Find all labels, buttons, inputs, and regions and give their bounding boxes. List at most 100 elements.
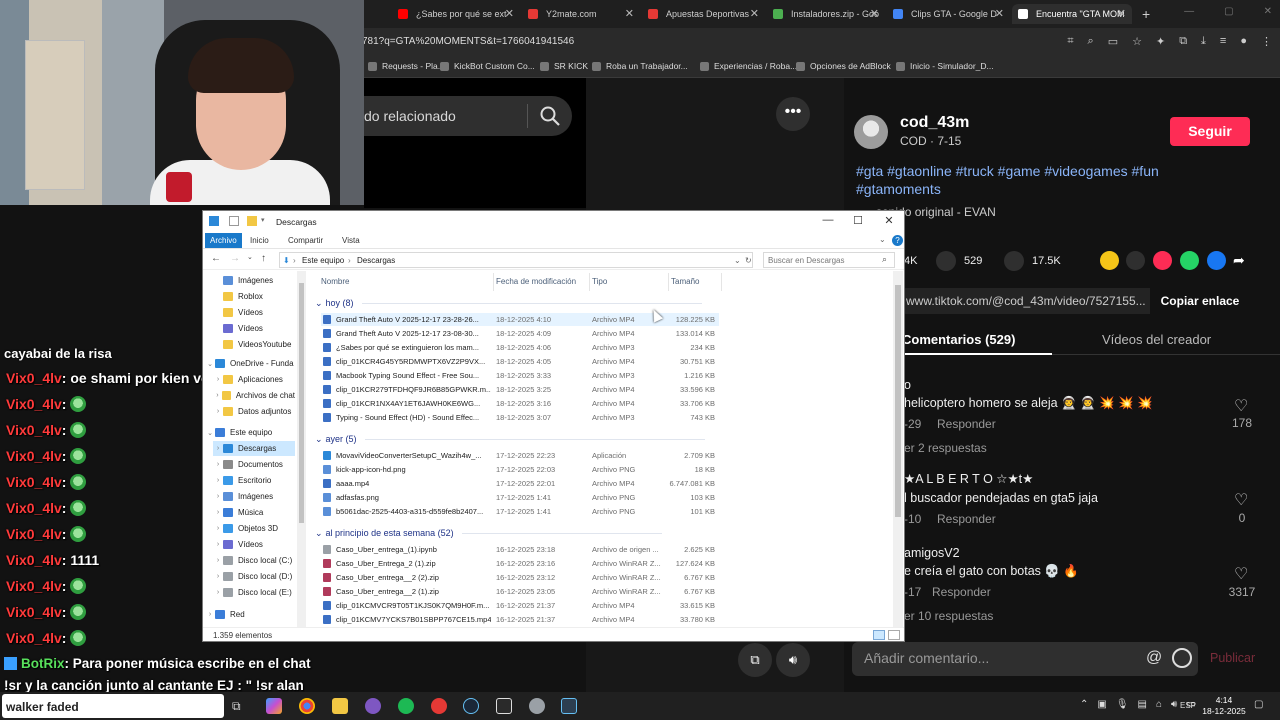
column-divider[interactable]	[493, 273, 494, 291]
media-icon[interactable]: ≡	[1220, 35, 1226, 48]
saves-stat[interactable]: 17.5K	[1004, 251, 1061, 271]
file-row[interactable]: clip_01KCR4G45Y5RDMWPTX6VZ2P9VX... 18-12-…	[321, 355, 719, 368]
bookmark-item[interactable]: SR KICK	[540, 61, 588, 71]
facebook-icon[interactable]	[1207, 251, 1226, 270]
file-row[interactable]: Typing - Sound Effect (HD) - Sound Effec…	[321, 411, 719, 424]
bookmark-item[interactable]: Inicio - Simulador_D...	[896, 61, 994, 71]
reply-button[interactable]: Responder	[937, 512, 996, 526]
close-icon[interactable]: ✕	[874, 214, 904, 227]
sidebar-item[interactable]: › Disco local (E:)	[213, 585, 295, 600]
url-field[interactable]: 781?q=GTA%20MOMENTS&t=1766041941546	[362, 36, 574, 47]
sidebar-item[interactable]: ⌄ OneDrive - Funda	[205, 356, 295, 371]
tab-creator-videos[interactable]: Vídeos del creador	[1102, 332, 1211, 347]
tab-close-icon[interactable]: ✕	[995, 7, 1004, 20]
column-header-name[interactable]: Nombre	[321, 277, 349, 286]
bookmark-item[interactable]: Experiencias / Roba...	[700, 61, 797, 71]
sidebar-item[interactable]: Imágenes	[213, 273, 295, 288]
group-header[interactable]: ⌄ ayer (5)	[315, 432, 705, 446]
comment-user[interactable]: amigosV2	[904, 546, 960, 560]
avatar[interactable]	[854, 115, 888, 149]
up-icon[interactable]: ↑	[261, 253, 266, 264]
large-icons-view-icon[interactable]	[888, 630, 900, 640]
network-icon[interactable]: ⌂	[1156, 699, 1162, 710]
tray-app-icon[interactable]: ▤	[1138, 699, 1147, 710]
sidebar-item[interactable]: › Música	[213, 505, 295, 520]
expand-arrow-icon[interactable]: ›	[213, 525, 223, 532]
file-row[interactable]: clip_01KCMV7YCKS7B01SBPP767CE15.mp4 16-12…	[321, 613, 719, 626]
collapse-arrow-icon[interactable]: ⌄	[315, 528, 323, 539]
file-row[interactable]: Caso_Uber_entrega__2 (1).zip 16-12-2025 2…	[321, 585, 719, 598]
file-row[interactable]: Caso_Uber_entrega_(1).ipynb 16-12-2025 23…	[321, 543, 719, 556]
forward-share-icon[interactable]: ➦	[1233, 251, 1252, 270]
quick-access-dropdown-icon[interactable]: ▾	[261, 216, 271, 226]
microphone-icon[interactable]: 🎙︎	[1116, 699, 1129, 710]
extension-icon[interactable]: ✦	[1156, 35, 1165, 48]
file-row[interactable]: clip_01KCR279TFDHQF9JR6B85GPWKR.m... 18-1…	[321, 383, 719, 396]
group-header[interactable]: ⌄ hoy (8)	[315, 296, 702, 310]
clock[interactable]: 4:14 18-12-2025	[1202, 695, 1246, 717]
sidebar-item[interactable]: › Disco local (D:)	[213, 569, 295, 584]
search-icon[interactable]: ⌕	[882, 254, 887, 265]
sidebar-item[interactable]: Vídeos	[213, 305, 295, 320]
collapse-arrow-icon[interactable]: ⌄	[315, 434, 323, 445]
tray-expand-icon[interactable]: ⌃	[1080, 699, 1088, 710]
video-link-text[interactable]: www.tiktok.com/@cod_43m/video/7527155...	[906, 294, 1146, 308]
notifications-icon[interactable]: ▢	[1254, 699, 1263, 710]
browser-tab[interactable]: Encuentra "GTA MOM ✕	[1012, 4, 1132, 24]
column-header-size[interactable]: Tamaño	[671, 277, 699, 286]
browser-tab[interactable]: ¿Sabes por qué se ext ✕	[392, 4, 520, 24]
zoom-icon[interactable]: ⌕	[1088, 35, 1094, 48]
like-heart-icon[interactable]: ♡	[1234, 564, 1248, 584]
file-row[interactable]: clip_01KCR1NX4AY1ET6JAWH0KE6WG... 18-12-2…	[321, 397, 719, 410]
details-view-icon[interactable]	[873, 630, 885, 640]
emoji-icon[interactable]	[1172, 648, 1192, 668]
search-icon[interactable]	[538, 104, 562, 128]
expand-arrow-icon[interactable]: ›	[213, 376, 223, 383]
ribbon-expand-icon[interactable]: ⌄	[879, 235, 886, 244]
file-row[interactable]: MovaviVideoConverterSetupC_Wazih4w_... 17…	[321, 449, 719, 462]
close-icon[interactable]: ✕	[1264, 6, 1272, 17]
sidebar-item[interactable]: › Aplicaciones	[213, 372, 295, 387]
quick-access-icon[interactable]	[209, 216, 219, 226]
ribbon-tab-inicio[interactable]: Inicio	[245, 235, 274, 246]
tab-close-icon[interactable]: ✕	[505, 7, 514, 20]
sidebar-item[interactable]: › Disco local (C:)	[213, 553, 295, 568]
more-options-button[interactable]: •••	[776, 97, 810, 131]
address-dropdown-icon[interactable]: ⌄	[734, 256, 741, 265]
address-bar[interactable]: ⬇ › Este equipo › Descargas ⌄ ↻	[279, 252, 753, 268]
expand-arrow-icon[interactable]: ›	[213, 493, 223, 500]
file-list-scrollbar-thumb[interactable]	[895, 285, 901, 517]
expand-arrow-icon[interactable]: ›	[213, 392, 222, 399]
task-view-icon[interactable]: ⧉	[232, 698, 248, 714]
epic-games-icon[interactable]	[496, 698, 512, 714]
file-row[interactable]: Grand Theft Auto V 2025-12-17 23-08-30..…	[321, 327, 719, 340]
expand-arrow-icon[interactable]: ›	[213, 445, 223, 452]
expand-arrow-icon[interactable]: ⌄	[205, 360, 215, 368]
tab-close-icon[interactable]: ✕	[1117, 7, 1126, 20]
translate-icon[interactable]: ⌗	[1067, 35, 1073, 48]
view-replies-button[interactable]: er 2 respuestas	[904, 441, 987, 455]
puzzle-icon[interactable]: ⧉	[1179, 35, 1187, 48]
cast-icon[interactable]: ▭	[1108, 35, 1118, 48]
file-row[interactable]: kick-app-icon-hd.png 17-12-2025 22:03 Arch…	[321, 463, 719, 476]
bookmark-item[interactable]: KickBot Custom Co...	[440, 61, 535, 71]
expand-arrow-icon[interactable]: ⌄	[205, 429, 215, 437]
bookmark-item[interactable]: Requests - Pla...	[368, 61, 445, 71]
file-row[interactable]: aaaa.mp4 17-12-2025 22:01 Archivo MP4 6.747…	[321, 477, 719, 490]
maximize-icon[interactable]: ☐	[843, 214, 873, 227]
sidebar-item[interactable]: ⌄ Este equipo	[205, 425, 295, 440]
sidebar-item[interactable]: › Documentos	[213, 457, 295, 472]
browser-tab[interactable]: Apuestas Deportivas ✕	[642, 4, 765, 24]
like-heart-icon[interactable]: ♡	[1234, 396, 1248, 416]
collapse-arrow-icon[interactable]: ⌄	[315, 298, 323, 309]
view-replies-button[interactable]: er 10 respuestas	[904, 609, 993, 623]
minimize-icon[interactable]: —	[813, 214, 843, 226]
file-row[interactable]: adfasfas.png 17-12-2025 1:41 Archivo PNG 10…	[321, 491, 719, 504]
comment-user[interactable]: ★A L B E R T O ☆★t★	[904, 471, 1033, 486]
sidebar-item[interactable]: › Imágenes	[213, 489, 295, 504]
search-input[interactable]: do relacionado	[364, 108, 456, 124]
navigation-scrollbar-thumb[interactable]	[299, 283, 304, 523]
app-icon[interactable]	[561, 698, 577, 714]
creator-username[interactable]: cod_43m	[900, 114, 969, 132]
follow-button[interactable]: Seguir	[1170, 117, 1250, 146]
